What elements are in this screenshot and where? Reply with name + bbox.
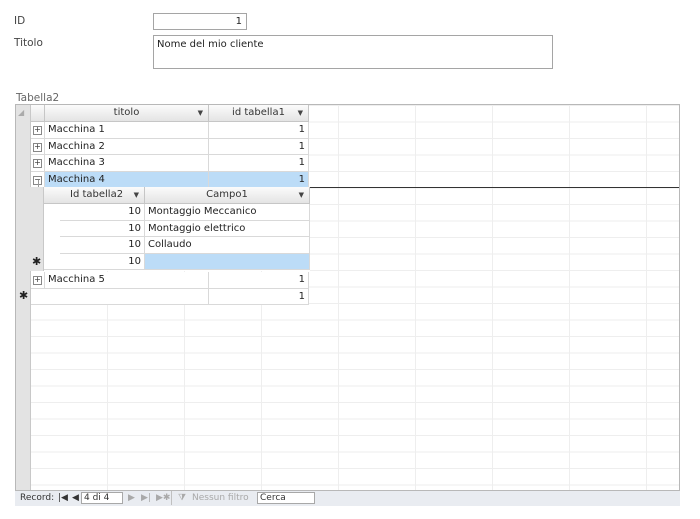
column-header-label: id tabella1 [232, 107, 285, 118]
id-label: ID [14, 15, 26, 27]
datasheet[interactable]: ◢ titolo ▼ id tabella1 ▼ + Macchina 1 1 … [15, 104, 680, 506]
expand-icon[interactable]: + [31, 155, 45, 172]
cell-titolo[interactable] [31, 288, 209, 305]
cell-titolo[interactable]: Macchina 1 [45, 122, 209, 139]
search-input[interactable]: Cerca [257, 492, 315, 504]
cell-titolo[interactable]: Macchina 4 [45, 171, 209, 188]
cell-titolo[interactable]: Macchina 3 [45, 155, 209, 172]
cell-id-tabella2[interactable]: 10 [44, 253, 145, 270]
expand-icon[interactable]: + [31, 122, 45, 139]
titolo-label: Titolo [14, 37, 43, 49]
cell-titolo[interactable]: Macchina 2 [45, 138, 209, 155]
cell-id-tabella1[interactable]: 1 [209, 155, 309, 172]
record-label: Record: [20, 493, 55, 503]
cell-titolo[interactable]: Macchina 5 [45, 272, 209, 289]
expand-icon[interactable]: + [31, 272, 45, 289]
filter-status[interactable]: Nessun filtro [192, 491, 249, 506]
cell-id-tabella1[interactable]: 1 [209, 138, 309, 155]
prev-record-icon[interactable]: ◀ [72, 491, 79, 506]
new-record-marker: ✱ [32, 255, 42, 268]
column-header-campo1[interactable]: Campo1 ▼ [145, 187, 310, 204]
chevron-down-icon[interactable]: ▼ [134, 187, 139, 203]
filter-icon[interactable]: ⧩ [178, 491, 186, 506]
last-record-icon[interactable]: ▶| [141, 491, 151, 506]
cell-id-tabella1[interactable]: 1 [209, 122, 309, 139]
chevron-down-icon[interactable]: ▼ [298, 105, 303, 121]
column-header-id-tabella2[interactable]: Id tabella2 ▼ [44, 187, 145, 204]
titolo-field[interactable]: Nome del mio cliente [153, 35, 553, 69]
first-record-icon[interactable]: |◀ [58, 491, 68, 506]
separator [171, 491, 172, 505]
chevron-down-icon[interactable]: ▼ [198, 105, 203, 121]
subdatasheet[interactable]: Id tabella2 ▼ Campo1 ▼ 10 Montaggio Mecc… [30, 187, 310, 271]
cell-id-tabella1[interactable]: 1 [209, 288, 309, 305]
cell-id-tabella2[interactable]: 10 [60, 204, 145, 221]
cell-id-tabella1[interactable]: 1 [209, 171, 309, 188]
cell-id-tabella2[interactable]: 10 [60, 237, 145, 254]
cell-campo1[interactable]: Collaudo [145, 237, 310, 254]
id-field[interactable]: 1 [153, 13, 247, 30]
column-header-label: Id tabella2 [70, 189, 124, 200]
cell-id-tabella1[interactable]: 1 [209, 272, 309, 289]
chevron-down-icon[interactable]: ▼ [299, 187, 304, 203]
record-navigation-bar: Record: |◀ ◀ 4 di 4 ▶ ▶| ▶✱ ⧩ Nessun fil… [15, 490, 680, 506]
column-header-id-tabella1[interactable]: id tabella1 ▼ [209, 105, 309, 122]
expand-icon[interactable]: + [31, 138, 45, 155]
cell-campo1-new[interactable] [145, 253, 310, 270]
select-all-corner[interactable]: ◢ [18, 108, 24, 117]
new-record-marker: ✱ [19, 289, 29, 302]
subform-label: Tabella2 [16, 92, 60, 104]
record-position-input[interactable]: 4 di 4 [81, 492, 123, 504]
expander-header [31, 105, 45, 122]
column-header-label: titolo [113, 107, 140, 118]
cell-campo1[interactable]: Montaggio elettrico [145, 220, 310, 237]
cell-id-tabella2[interactable]: 10 [60, 220, 145, 237]
column-header-titolo[interactable]: titolo ▼ [45, 105, 209, 122]
cell-campo1[interactable]: Montaggio Meccanico [145, 204, 310, 221]
new-record-icon[interactable]: ▶✱ [156, 491, 170, 506]
column-header-label: Campo1 [206, 189, 248, 200]
next-record-icon[interactable]: ▶ [128, 491, 135, 506]
